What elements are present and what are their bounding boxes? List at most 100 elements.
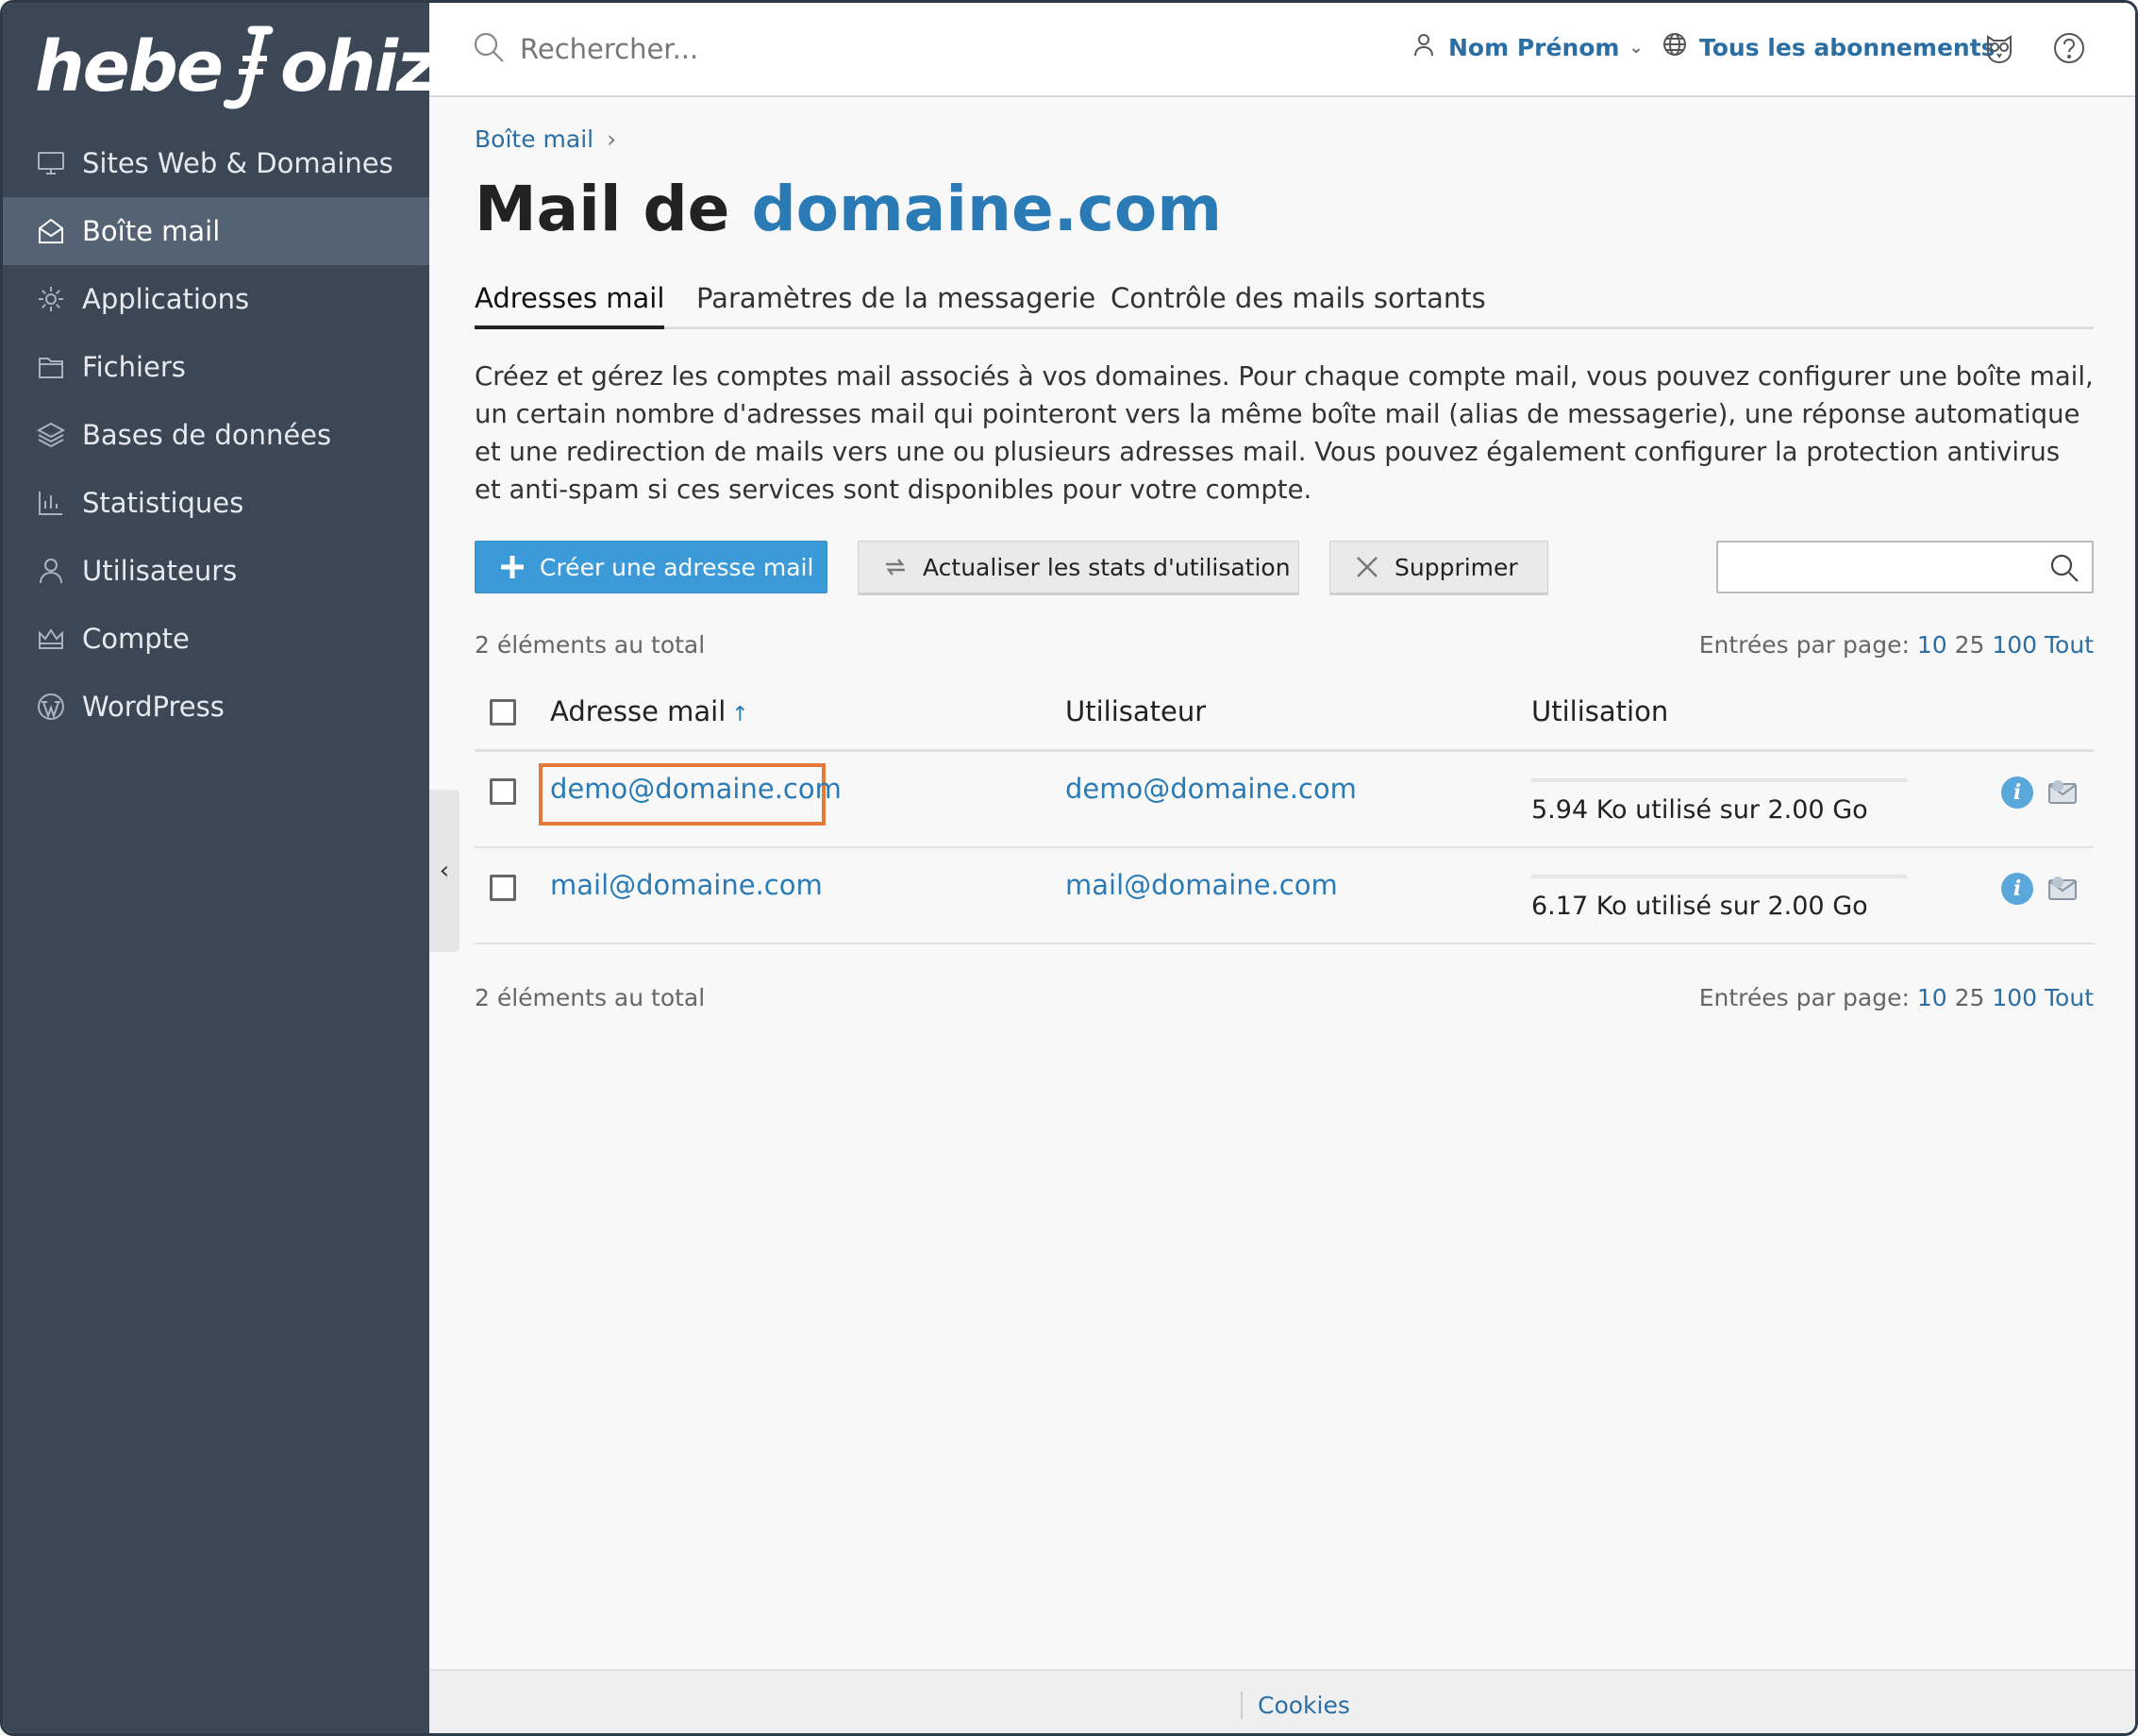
- column-header-email[interactable]: Adresse mail ↑: [550, 695, 749, 727]
- chevron-right-icon: ›: [607, 125, 617, 153]
- breadcrumb: Boîte mail ›: [475, 125, 616, 153]
- select-all-checkbox[interactable]: [490, 699, 516, 726]
- user-name: Nom Prénom: [1448, 33, 1620, 61]
- user-icon: [1411, 31, 1448, 63]
- user-link[interactable]: mail@domaine.com: [1065, 869, 1338, 901]
- toolbar: Créer une adresse mail Actualiser les st…: [475, 541, 2094, 593]
- per-page-10[interactable]: 10: [1917, 631, 1947, 659]
- per-page-10[interactable]: 10: [1917, 984, 1947, 1011]
- page-description: Créez et gérez les comptes mail associés…: [475, 361, 2094, 505]
- brand-logo[interactable]: hebe ohiz: [35, 20, 437, 114]
- global-search: [471, 29, 992, 69]
- sidebar-nav: Sites Web & Domaines Boîte mail Applicat…: [3, 129, 429, 741]
- page-title-domain-link[interactable]: domaine.com: [751, 173, 1222, 245]
- user-link[interactable]: demo@domaine.com: [1065, 773, 1357, 805]
- column-header-user[interactable]: Utilisateur: [1065, 695, 1206, 727]
- bar-chart-icon: [35, 487, 67, 519]
- page-title-prefix: Mail de: [475, 173, 730, 245]
- sort-ascending-icon: ↑: [731, 703, 749, 726]
- sidebar-item-wordpress[interactable]: WordPress: [3, 673, 429, 741]
- sidebar-item-label: Applications: [82, 283, 250, 315]
- logo-text-left: hebe: [35, 26, 224, 108]
- info-icon[interactable]: i: [2001, 873, 2033, 905]
- sidebar-item-fichiers[interactable]: Fichiers: [3, 333, 429, 401]
- logo-text-right: ohiz: [280, 26, 437, 108]
- per-page-all[interactable]: Tout: [2045, 631, 2094, 659]
- plus-icon: [498, 553, 526, 581]
- per-page-label: Entrées par page:: [1698, 984, 1910, 1011]
- row-checkbox[interactable]: [490, 875, 516, 901]
- global-search-input[interactable]: [520, 33, 992, 65]
- refresh-stats-button[interactable]: Actualiser les stats d'utilisation: [858, 541, 1299, 593]
- sidebar-item-sites-web[interactable]: Sites Web & Domaines: [3, 129, 429, 197]
- create-email-button[interactable]: Créer une adresse mail: [475, 541, 827, 593]
- per-page-label: Entrées par page:: [1698, 631, 1910, 659]
- per-page-selector: Entrées par page: 10 25 100 Tout: [1699, 984, 2094, 1011]
- chevron-left-icon: ‹: [439, 857, 450, 885]
- tab-adresses-mail[interactable]: Adresses mail: [475, 282, 665, 329]
- per-page-100[interactable]: 100: [1992, 984, 2037, 1011]
- list-meta-bottom: 2 éléments au total Entrées par page: 10…: [475, 984, 2094, 1018]
- tab-controle-mails-sortants[interactable]: Contrôle des mails sortants: [1111, 282, 1486, 326]
- column-header-usage[interactable]: Utilisation: [1531, 695, 1668, 727]
- search-icon: [471, 29, 507, 69]
- sidebar-collapse-button[interactable]: ‹: [429, 790, 459, 952]
- list-search-input[interactable]: [1718, 542, 2029, 590]
- page-title: Mail de domaine.com: [475, 173, 1222, 245]
- delete-button[interactable]: Supprimer: [1329, 541, 1548, 593]
- breadcrumb-link[interactable]: Boîte mail: [475, 125, 593, 153]
- sidebar-item-statistiques[interactable]: Statistiques: [3, 469, 429, 537]
- per-page-100[interactable]: 100: [1992, 631, 2037, 659]
- usage-bar: [1531, 778, 1907, 782]
- list-search-box: [1716, 541, 2094, 593]
- usage-cell: 6.17 Ko utilisé sur 2.00 Go: [1531, 875, 1907, 921]
- sidebar-item-label: Fichiers: [82, 351, 186, 383]
- wordpress-icon: [35, 691, 67, 723]
- usage-text: 5.94 Ko utilisé sur 2.00 Go: [1531, 795, 1868, 825]
- sidebar-item-utilisateurs[interactable]: Utilisateurs: [3, 537, 429, 605]
- gear-icon: [35, 283, 67, 315]
- sidebar-item-compte[interactable]: Compte: [3, 605, 429, 673]
- crown-icon: [35, 623, 67, 655]
- cookies-link[interactable]: Cookies: [1241, 1692, 1350, 1719]
- delete-x-icon: [1353, 553, 1381, 581]
- delete-label: Supprimer: [1395, 553, 1518, 581]
- sidebar-item-applications[interactable]: Applications: [3, 265, 429, 333]
- subscriptions-menu[interactable]: Tous les abonnements: [1662, 31, 1996, 63]
- sidebar-item-label: Utilisateurs: [82, 555, 238, 587]
- sidebar-item-label: Statistiques: [82, 487, 244, 519]
- refresh-stats-label: Actualiser les stats d'utilisation: [923, 553, 1291, 581]
- per-page-selector: Entrées par page: 10 25 100 Tout: [1699, 631, 2094, 659]
- help-icon[interactable]: [2052, 31, 2086, 65]
- tab-parametres-messagerie[interactable]: Paramètres de la messagerie: [696, 282, 1095, 326]
- total-count: 2 éléments au total: [475, 631, 706, 659]
- webmail-icon[interactable]: [2046, 776, 2079, 809]
- email-link[interactable]: demo@domaine.com: [550, 773, 842, 805]
- sidebar-item-label: Bases de données: [82, 419, 332, 451]
- per-page-25[interactable]: 25: [1955, 984, 1985, 1011]
- sidebar: hebe ohiz Sites Web & Domaines Boîte mai…: [3, 3, 437, 1733]
- owl-icon[interactable]: [1982, 31, 2016, 65]
- sidebar-item-label: Sites Web & Domaines: [82, 147, 393, 179]
- sidebar-item-label: Compte: [82, 623, 190, 655]
- webmail-icon[interactable]: [2046, 873, 2079, 905]
- sidebar-item-label: Boîte mail: [82, 215, 221, 247]
- table-row: mail@domaine.com mail@domaine.com 6.17 K…: [475, 848, 2094, 944]
- sidebar-item-bases-de-donnees[interactable]: Bases de données: [3, 401, 429, 469]
- globe-icon: [1662, 31, 1699, 63]
- search-icon[interactable]: [2048, 552, 2080, 588]
- table-header: Adresse mail ↑ Utilisateur Utilisation: [475, 673, 2094, 752]
- sidebar-item-boite-mail[interactable]: Boîte mail: [3, 197, 429, 265]
- email-link[interactable]: mail@domaine.com: [550, 869, 823, 901]
- usage-bar: [1531, 875, 1907, 878]
- row-checkbox[interactable]: [490, 778, 516, 805]
- footer: Cookies: [429, 1669, 2135, 1733]
- list-meta-top: 2 éléments au total Entrées par page: 10…: [475, 631, 2094, 665]
- user-menu[interactable]: Nom Prénom ⌄: [1411, 31, 1644, 63]
- mail-open-icon: [35, 215, 67, 247]
- per-page-25[interactable]: 25: [1955, 631, 1985, 659]
- per-page-all[interactable]: Tout: [2045, 984, 2094, 1011]
- user-icon: [35, 555, 67, 587]
- info-icon[interactable]: i: [2001, 776, 2033, 809]
- top-bar: Nom Prénom ⌄ Tous les abonnements: [429, 3, 2135, 97]
